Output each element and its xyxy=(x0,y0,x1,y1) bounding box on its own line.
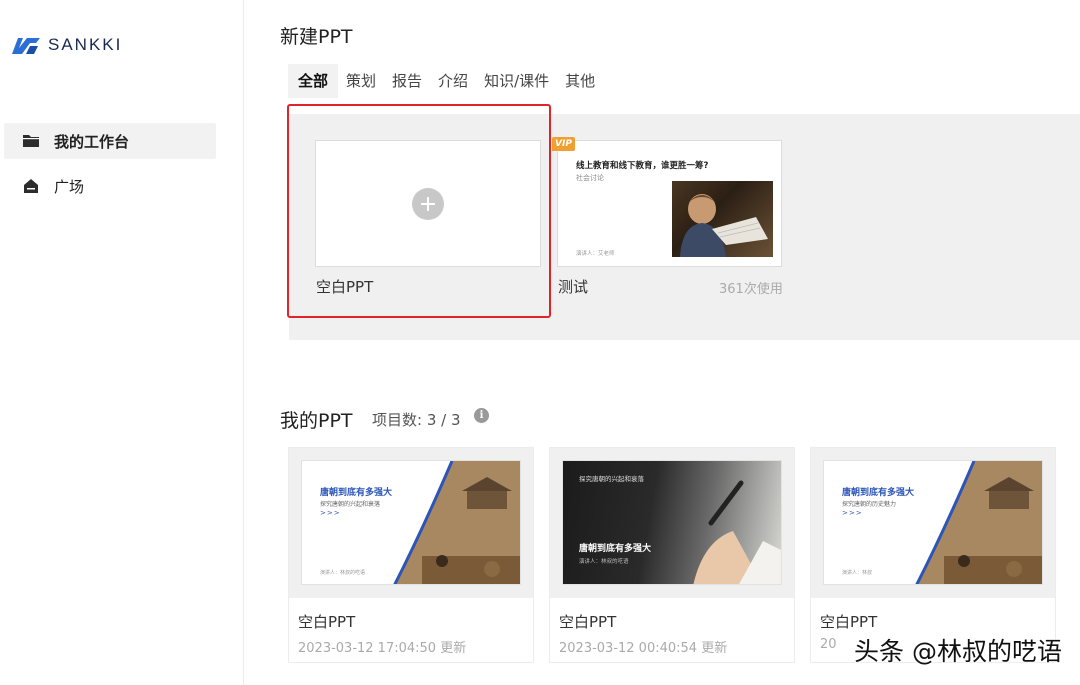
project-name: 空白PPT xyxy=(298,613,356,631)
project-thumbnail: 唐朝到底有多强大 探究唐朝的历史魅力 >>> 演讲人：林叔 xyxy=(811,448,1055,598)
slide-author: 演讲人：林叔 xyxy=(842,570,873,576)
tab-other[interactable]: 其他 xyxy=(557,64,603,98)
sidebar-item-label: 广场 xyxy=(54,177,85,196)
project-card[interactable]: 唐朝到底有多强大 探究唐朝的历史魅力 >>> 演讲人：林叔 空白PPT 20 xyxy=(811,448,1055,662)
slide-subtitle: 演讲人：林叔的呓语 xyxy=(579,559,629,565)
my-ppt-title: 我的PPT xyxy=(280,410,353,432)
brand-name: SANKKI xyxy=(48,35,123,54)
template-card-label: 测试 xyxy=(558,278,589,296)
sankki-logo-icon xyxy=(12,38,40,54)
template-usage-count: 361次使用 xyxy=(719,282,783,297)
tab-all[interactable]: 全部 xyxy=(288,64,339,98)
info-icon[interactable]: i xyxy=(474,408,489,423)
template-card[interactable]: 线上教育和线下教育，谁更胜一筹? 社会讨论 演讲人：艾老师 xyxy=(557,140,782,267)
slide-preview: 唐朝到底有多强大 探究唐朝的兴起和衰落 >>> 演讲人：林叔的呓语 xyxy=(301,460,521,585)
sidebar-item-workspace[interactable]: 我的工作台 xyxy=(4,123,216,159)
tab-planning[interactable]: 策划 xyxy=(338,64,384,98)
sidebar-item-plaza[interactable]: 广场 xyxy=(4,168,216,204)
folder-icon xyxy=(23,135,39,147)
slide-preview: 唐朝到底有多强大 探究唐朝的历史魅力 >>> 演讲人：林叔 xyxy=(823,460,1043,585)
project-card[interactable]: 探究唐朝的兴起和衰落 唐朝到底有多强大 演讲人：林叔的呓语 空白PPT 2023… xyxy=(550,448,794,662)
project-name: 空白PPT xyxy=(559,613,617,631)
new-ppt-title: 新建PPT xyxy=(280,26,353,48)
slide-author: 演讲人：林叔的呓语 xyxy=(320,570,366,576)
tab-intro[interactable]: 介绍 xyxy=(430,64,476,98)
project-card[interactable]: 唐朝到底有多强大 探究唐朝的兴起和衰落 >>> 演讲人：林叔的呓语 空白PPT … xyxy=(289,448,533,662)
project-updated: 20 xyxy=(820,637,837,652)
template-slide-title: 线上教育和线下教育，谁更胜一筹? xyxy=(576,161,709,171)
project-name: 空白PPT xyxy=(820,613,878,631)
template-slide-author: 演讲人：艾老师 xyxy=(576,251,615,257)
brand-logo[interactable]: SANKKI xyxy=(10,32,122,58)
slide-subtitle: 探究唐朝的兴起和衰落 xyxy=(320,501,381,508)
slide-title: 唐朝到底有多强大 xyxy=(320,488,393,498)
watermark: 头条 @林叔的呓语 xyxy=(854,637,1062,666)
vip-badge: VIP xyxy=(552,137,575,151)
tab-report[interactable]: 报告 xyxy=(384,64,430,98)
selection-highlight xyxy=(287,104,551,318)
slide-subtitle: 探究唐朝的历史魅力 xyxy=(842,501,897,508)
sidebar: SANKKI 我的工作台 广场 xyxy=(0,0,244,685)
template-slide-subtitle: 社会讨论 xyxy=(576,174,604,182)
slide-top-text: 探究唐朝的兴起和衰落 xyxy=(579,475,644,483)
slide-title: 唐朝到底有多强大 xyxy=(842,488,915,498)
project-updated: 2023-03-12 00:40:54 更新 xyxy=(559,641,728,656)
child-reading-image xyxy=(672,181,773,257)
project-updated: 2023-03-12 17:04:50 更新 xyxy=(298,641,467,656)
project-count: 项目数: 3 / 3 xyxy=(372,411,461,429)
home-icon xyxy=(24,179,38,193)
slide-title: 唐朝到底有多强大 xyxy=(579,544,652,554)
slide-preview: 探究唐朝的兴起和衰落 唐朝到底有多强大 演讲人：林叔的呓语 xyxy=(562,460,782,585)
project-thumbnail: 探究唐朝的兴起和衰落 唐朝到底有多强大 演讲人：林叔的呓语 xyxy=(550,448,794,598)
slide-arrows: >>> xyxy=(842,509,863,517)
template-category-tabs: 全部 策划 报告 介绍 知识/课件 其他 xyxy=(288,64,603,98)
sidebar-item-label: 我的工作台 xyxy=(54,132,130,151)
slide-arrows: >>> xyxy=(320,509,341,517)
tab-knowledge[interactable]: 知识/课件 xyxy=(476,64,557,98)
project-thumbnail: 唐朝到底有多强大 探究唐朝的兴起和衰落 >>> 演讲人：林叔的呓语 xyxy=(289,448,533,598)
